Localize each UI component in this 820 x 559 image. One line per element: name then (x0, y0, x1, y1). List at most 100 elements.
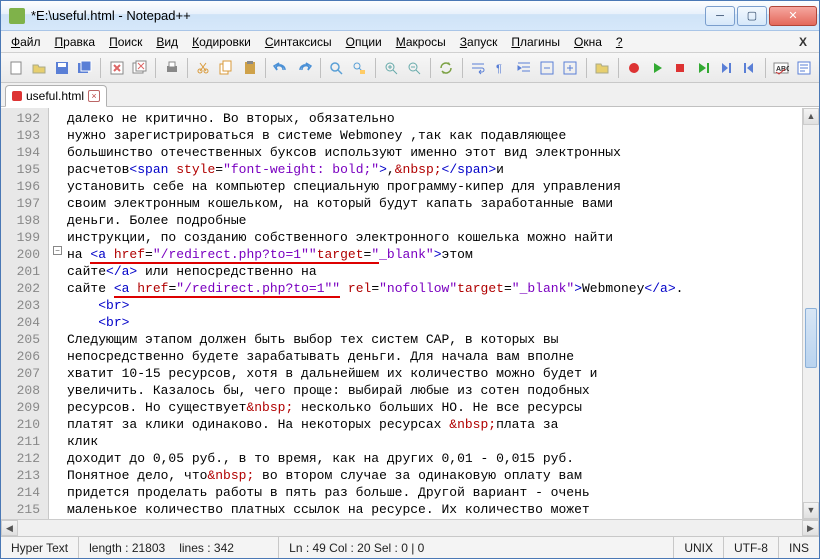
toolbar-separator (265, 58, 266, 78)
code-line[interactable]: инструкции, по созданию собственного эле… (67, 229, 819, 246)
menu-файл[interactable]: Файл (5, 33, 47, 51)
play-button[interactable] (647, 57, 668, 79)
minimize-button[interactable]: ─ (705, 6, 735, 26)
cut-button[interactable] (193, 57, 214, 79)
menu-кодировки[interactable]: Кодировки (186, 33, 257, 51)
code-line[interactable]: сайте <a href="/redirect.php?to=1"" rel=… (67, 280, 819, 297)
stop-button[interactable] (670, 57, 691, 79)
vertical-scrollbar[interactable]: ▲ ▼ (802, 108, 819, 519)
app-icon (9, 8, 25, 24)
code-line[interactable]: увеличить. Казалось бы, чего проще: выби… (67, 382, 819, 399)
code-line[interactable]: установить себе на компьютер специальную… (67, 178, 819, 195)
status-insert-mode: INS (779, 537, 819, 558)
toolbar-separator (187, 58, 188, 78)
code-line[interactable]: далеко не критично. Во вторых, обязатель… (67, 110, 819, 127)
menubar-close-icon[interactable]: X (791, 35, 815, 49)
paste-button[interactable] (239, 57, 260, 79)
code-line[interactable]: платят за клики одинаково. На некоторых … (67, 416, 819, 433)
code-view[interactable]: далеко не критично. Во вторых, обязатель… (49, 108, 819, 519)
cut-icon (195, 60, 211, 76)
undo-button[interactable] (271, 57, 292, 79)
redo-button[interactable] (294, 57, 315, 79)
titlebar[interactable]: *E:\useful.html - Notepad++ ─ ▢ ✕ (1, 1, 819, 31)
scroll-down-arrow-icon[interactable]: ▼ (803, 502, 819, 519)
save-button[interactable] (51, 57, 72, 79)
scrollbar-thumb[interactable] (805, 308, 817, 368)
wrap-icon (470, 60, 486, 76)
abc-button[interactable]: ABC (771, 57, 792, 79)
find-button[interactable] (326, 57, 347, 79)
new-icon (8, 60, 24, 76)
print-button[interactable] (161, 57, 182, 79)
code-line[interactable]: придется проделать работы в пять раз бол… (67, 484, 819, 501)
copy-button[interactable] (216, 57, 237, 79)
zoom-out-icon (406, 60, 422, 76)
scroll-right-arrow-icon[interactable]: ▶ (802, 520, 819, 536)
code-line[interactable]: своим электронным кошельком, на который … (67, 195, 819, 212)
stop-icon (672, 60, 688, 76)
code-line[interactable]: маленькое количество платных ссылок на р… (67, 501, 819, 518)
code-line[interactable]: большинство отечественных буксов использ… (67, 144, 819, 161)
code-line[interactable]: расчетов<span style="font-weight: bold;"… (67, 161, 819, 178)
code-line[interactable]: Следующим этапом должен быть выбор тех с… (67, 331, 819, 348)
zoom-out-button[interactable] (404, 57, 425, 79)
code-line[interactable]: <br> (67, 314, 819, 331)
paste-icon (242, 60, 258, 76)
close-button[interactable] (106, 57, 127, 79)
close-button[interactable]: ✕ (769, 6, 817, 26)
folder-button[interactable] (592, 57, 613, 79)
menu-опции[interactable]: Опции (340, 33, 388, 51)
code-line[interactable]: деньги. Более подробные (67, 212, 819, 229)
code-line[interactable]: сайте</a> или непосредственно на (67, 263, 819, 280)
code-line[interactable]: хватит 10-15 ресурсов, хотя в дальнейшем… (67, 365, 819, 382)
code-line[interactable]: доходит до 0,05 руб., в то время, как на… (67, 450, 819, 467)
code-line[interactable]: на <a href="/redirect.php?to=1""target="… (67, 246, 819, 263)
code-line[interactable]: ресурсов. Но существует&nbsp; несколько … (67, 399, 819, 416)
record-button[interactable] (624, 57, 645, 79)
code-line[interactable]: непосредственно будете зарабатывать день… (67, 348, 819, 365)
maximize-button[interactable]: ▢ (737, 6, 767, 26)
file-tab[interactable]: useful.html × (5, 85, 107, 107)
undo-icon (273, 60, 289, 76)
scroll-up-arrow-icon[interactable]: ▲ (803, 108, 819, 125)
unfold-button[interactable] (560, 57, 581, 79)
fold-button[interactable] (537, 57, 558, 79)
menu-вид[interactable]: Вид (150, 33, 184, 51)
statusbar: Hyper Text length : 21803 lines : 342 Ln… (1, 536, 819, 558)
menu-правка[interactable]: Правка (49, 33, 102, 51)
scroll-left-arrow-icon[interactable]: ◀ (1, 520, 18, 536)
svg-text:¶: ¶ (496, 63, 502, 75)
replace-button[interactable] (349, 57, 370, 79)
close-all-button[interactable] (129, 57, 150, 79)
sync-button[interactable] (436, 57, 457, 79)
all-chars-button[interactable]: ¶ (491, 57, 512, 79)
code-line[interactable]: <br> (67, 297, 819, 314)
play1-button[interactable] (693, 57, 714, 79)
tab-close-icon[interactable]: × (88, 90, 100, 102)
next-button[interactable] (716, 57, 737, 79)
new-button[interactable] (5, 57, 26, 79)
menu-синтаксисы[interactable]: Синтаксисы (259, 33, 338, 51)
dict-button[interactable] (794, 57, 815, 79)
zoom-in-button[interactable] (381, 57, 402, 79)
wrap-button[interactable] (468, 57, 489, 79)
replace-icon (351, 60, 367, 76)
menu-макросы[interactable]: Макросы (390, 33, 452, 51)
window-buttons: ─ ▢ ✕ (705, 6, 817, 26)
code-line[interactable]: клик (67, 433, 819, 450)
indent-button[interactable] (514, 57, 535, 79)
code-line[interactable]: нужно зарегистрироваться в системе Webmo… (67, 127, 819, 144)
horizontal-scrollbar[interactable]: ◀ ▶ (1, 519, 819, 536)
menu-плагины[interactable]: Плагины (505, 33, 566, 51)
open-button[interactable] (28, 57, 49, 79)
menu-поиск[interactable]: Поиск (103, 33, 148, 51)
play1-icon (695, 60, 711, 76)
fold-icon (539, 60, 555, 76)
tab-bar: useful.html × (1, 83, 819, 107)
code-line[interactable]: Понятное дело, что&nbsp; во втором случа… (67, 467, 819, 484)
menu-окна[interactable]: Окна (568, 33, 608, 51)
prev-button[interactable] (739, 57, 760, 79)
save-all-button[interactable] (74, 57, 95, 79)
menu-запуск[interactable]: Запуск (454, 33, 504, 51)
menu-?[interactable]: ? (610, 33, 629, 51)
